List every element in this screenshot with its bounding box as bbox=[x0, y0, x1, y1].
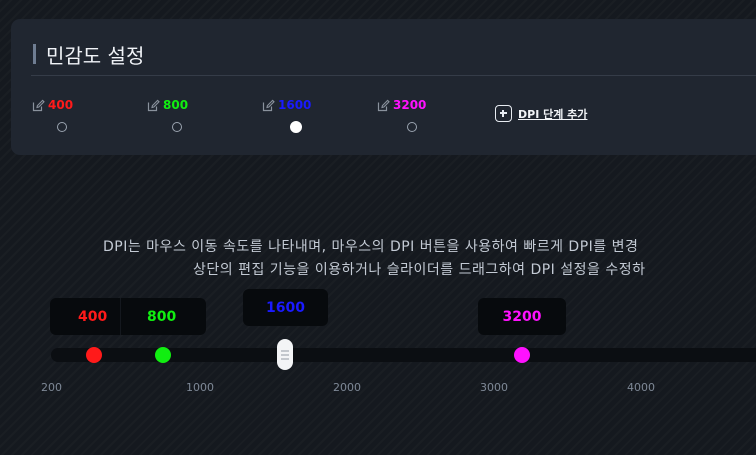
dpi-description-line-2: 상단의 편집 기능을 이용하거나 슬라이더를 드래그하여 DPI 설정을 수정하 bbox=[193, 262, 646, 278]
slider-tick-label: 2000 bbox=[333, 381, 361, 394]
badge-separator bbox=[120, 298, 121, 335]
edit-icon[interactable] bbox=[32, 99, 45, 112]
dpi-badge-group: 400 800 bbox=[50, 298, 206, 335]
dpi-slider-handle[interactable] bbox=[277, 339, 293, 370]
dpi-marker-400[interactable] bbox=[86, 347, 102, 363]
panel-title: 민감도 설정 bbox=[33, 41, 145, 68]
dpi-level-radio[interactable] bbox=[407, 122, 417, 132]
slider-tick-label: 1000 bbox=[186, 381, 214, 394]
dpi-level-4[interactable]: 3200 bbox=[377, 97, 457, 132]
dpi-level-3[interactable]: 1600 bbox=[262, 97, 342, 133]
dpi-level-radio-selected[interactable] bbox=[290, 121, 302, 133]
dpi-badge-800: 800 bbox=[147, 308, 177, 325]
title-accent-bar bbox=[33, 44, 36, 64]
panel-title-text: 민감도 설정 bbox=[46, 43, 145, 68]
dpi-marker-800[interactable] bbox=[155, 347, 171, 363]
dpi-level-radio[interactable] bbox=[172, 122, 182, 132]
dpi-level-radio[interactable] bbox=[57, 122, 67, 132]
dpi-level-value: 400 bbox=[48, 98, 74, 112]
dpi-level-value: 3200 bbox=[393, 98, 427, 112]
slider-tick-label: 4000 bbox=[627, 381, 655, 394]
edit-icon[interactable] bbox=[377, 99, 390, 112]
sensitivity-settings-panel: 민감도 설정 400 800 1600 3200 DPI 단계 추가 bbox=[11, 19, 756, 155]
dpi-badge-400: 400 bbox=[78, 308, 108, 325]
add-dpi-stage-label: DPI 단계 추가 bbox=[518, 107, 588, 121]
slider-tick-label: 200 bbox=[41, 381, 62, 394]
dpi-badge-1600: 1600 bbox=[243, 289, 328, 326]
dpi-level-1[interactable]: 400 bbox=[32, 97, 112, 132]
panel-divider bbox=[31, 75, 756, 76]
dpi-badge-3200: 3200 bbox=[478, 298, 566, 335]
edit-icon[interactable] bbox=[262, 99, 275, 112]
dpi-level-2[interactable]: 800 bbox=[147, 97, 227, 132]
dpi-level-value: 800 bbox=[163, 98, 189, 112]
plus-icon bbox=[495, 105, 512, 122]
edit-icon[interactable] bbox=[147, 99, 160, 112]
add-dpi-stage-button[interactable]: DPI 단계 추가 bbox=[495, 105, 587, 122]
dpi-level-value: 1600 bbox=[278, 98, 312, 112]
slider-tick-label: 3000 bbox=[480, 381, 508, 394]
dpi-description-line-1: DPI는 마우스 이동 속도를 나타내며, 마우스의 DPI 버튼을 사용하여 … bbox=[103, 239, 639, 255]
dpi-marker-3200[interactable] bbox=[514, 347, 530, 363]
